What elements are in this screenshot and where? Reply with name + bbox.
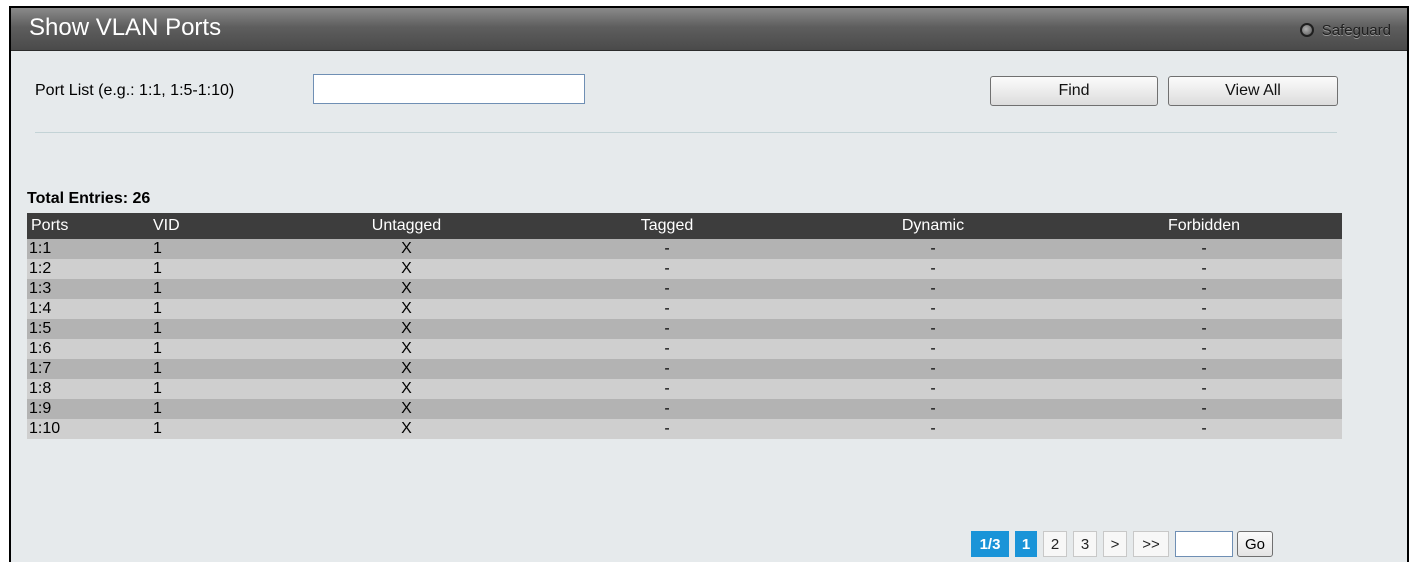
cell-untagged: X: [279, 239, 534, 259]
cell-vid: 1: [153, 279, 279, 299]
next-page-button[interactable]: >: [1103, 531, 1127, 557]
cell-ports: 1:5: [27, 319, 153, 339]
cell-untagged: X: [279, 319, 534, 339]
page-link-2[interactable]: 2: [1043, 531, 1067, 557]
cell-dynamic: -: [800, 399, 1066, 419]
column-header-tagged: Tagged: [534, 213, 800, 239]
cell-untagged: X: [279, 299, 534, 319]
safeguard-indicator: Safeguard: [1299, 20, 1391, 40]
column-header-forbidden: Forbidden: [1066, 213, 1342, 239]
page-title: Show VLAN Ports: [29, 14, 222, 41]
cell-dynamic: -: [800, 339, 1066, 359]
vlan-ports-table: Ports VID Untagged Tagged Dynamic Forbid…: [27, 213, 1342, 439]
cell-ports: 1:6: [27, 339, 153, 359]
cell-untagged: X: [279, 379, 534, 399]
cell-untagged: X: [279, 279, 534, 299]
cell-tagged: -: [534, 299, 800, 319]
cell-vid: 1: [153, 379, 279, 399]
cell-ports: 1:4: [27, 299, 153, 319]
cell-untagged: X: [279, 339, 534, 359]
cell-dynamic: -: [800, 259, 1066, 279]
cell-tagged: -: [534, 279, 800, 299]
safeguard-label: Safeguard: [1321, 21, 1391, 39]
cell-vid: 1: [153, 239, 279, 259]
cell-tagged: -: [534, 239, 800, 259]
cell-ports: 1:7: [27, 359, 153, 379]
table-row: 1:9 1 X - - -: [27, 399, 1342, 419]
pagination: 1/3 1 2 3 > >> Go: [971, 530, 1273, 558]
cell-tagged: -: [534, 399, 800, 419]
cell-tagged: -: [534, 379, 800, 399]
cell-dynamic: -: [800, 239, 1066, 259]
cell-forbidden: -: [1066, 299, 1342, 319]
column-header-ports: Ports: [27, 213, 153, 239]
go-button[interactable]: Go: [1237, 531, 1273, 557]
cell-dynamic: -: [800, 319, 1066, 339]
cell-vid: 1: [153, 339, 279, 359]
table-row: 1:8 1 X - - -: [27, 379, 1342, 399]
cell-vid: 1: [153, 319, 279, 339]
cell-vid: 1: [153, 299, 279, 319]
last-page-button[interactable]: >>: [1133, 531, 1169, 557]
cell-forbidden: -: [1066, 359, 1342, 379]
table-row: 1:2 1 X - - -: [27, 259, 1342, 279]
port-list-label: Port List (e.g.: 1:1, 1:5-1:10): [35, 82, 235, 99]
cell-forbidden: -: [1066, 319, 1342, 339]
cell-tagged: -: [534, 359, 800, 379]
cell-ports: 1:2: [27, 259, 153, 279]
column-header-dynamic: Dynamic: [800, 213, 1066, 239]
cell-untagged: X: [279, 259, 534, 279]
table-row: 1:1 1 X - - -: [27, 239, 1342, 259]
cell-ports: 1:3: [27, 279, 153, 299]
cell-vid: 1: [153, 399, 279, 419]
cell-ports: 1:10: [27, 419, 153, 439]
section-divider: [35, 132, 1337, 133]
table-header-row: Ports VID Untagged Tagged Dynamic Forbid…: [27, 213, 1342, 239]
cell-dynamic: -: [800, 279, 1066, 299]
table-row: 1:3 1 X - - -: [27, 279, 1342, 299]
cell-forbidden: -: [1066, 279, 1342, 299]
view-all-button[interactable]: View All: [1168, 76, 1338, 106]
column-header-vid: VID: [153, 213, 279, 239]
cell-untagged: X: [279, 419, 534, 439]
cell-ports: 1:9: [27, 399, 153, 419]
cell-vid: 1: [153, 259, 279, 279]
page-link-1[interactable]: 1: [1015, 531, 1037, 557]
cell-forbidden: -: [1066, 379, 1342, 399]
cell-forbidden: -: [1066, 399, 1342, 419]
cell-forbidden: -: [1066, 339, 1342, 359]
cell-dynamic: -: [800, 359, 1066, 379]
table-row: 1:5 1 X - - -: [27, 319, 1342, 339]
cell-forbidden: -: [1066, 239, 1342, 259]
page-indicator: 1/3: [971, 531, 1009, 557]
page-link-3[interactable]: 3: [1073, 531, 1097, 557]
title-bar: Show VLAN Ports Safeguard: [11, 8, 1407, 51]
cell-untagged: X: [279, 359, 534, 379]
cell-forbidden: -: [1066, 259, 1342, 279]
safeguard-status-icon: [1299, 23, 1314, 37]
table-row: 1:10 1 X - - -: [27, 419, 1342, 439]
cell-dynamic: -: [800, 419, 1066, 439]
table-row: 1:6 1 X - - -: [27, 339, 1342, 359]
cell-untagged: X: [279, 399, 534, 419]
cell-tagged: -: [534, 419, 800, 439]
column-header-untagged: Untagged: [279, 213, 534, 239]
cell-vid: 1: [153, 359, 279, 379]
table-row: 1:7 1 X - - -: [27, 359, 1342, 379]
cell-dynamic: -: [800, 299, 1066, 319]
cell-tagged: -: [534, 259, 800, 279]
table-row: 1:4 1 X - - -: [27, 299, 1342, 319]
goto-page-input[interactable]: [1175, 531, 1233, 557]
find-button[interactable]: Find: [990, 76, 1158, 106]
cell-vid: 1: [153, 419, 279, 439]
cell-tagged: -: [534, 319, 800, 339]
cell-ports: 1:1: [27, 239, 153, 259]
cell-forbidden: -: [1066, 419, 1342, 439]
cell-ports: 1:8: [27, 379, 153, 399]
show-vlan-ports-panel: Show VLAN Ports Safeguard Port List (e.g…: [9, 6, 1409, 562]
cell-tagged: -: [534, 339, 800, 359]
cell-dynamic: -: [800, 379, 1066, 399]
total-entries: Total Entries: 26: [27, 190, 151, 207]
port-list-input[interactable]: [313, 74, 585, 104]
